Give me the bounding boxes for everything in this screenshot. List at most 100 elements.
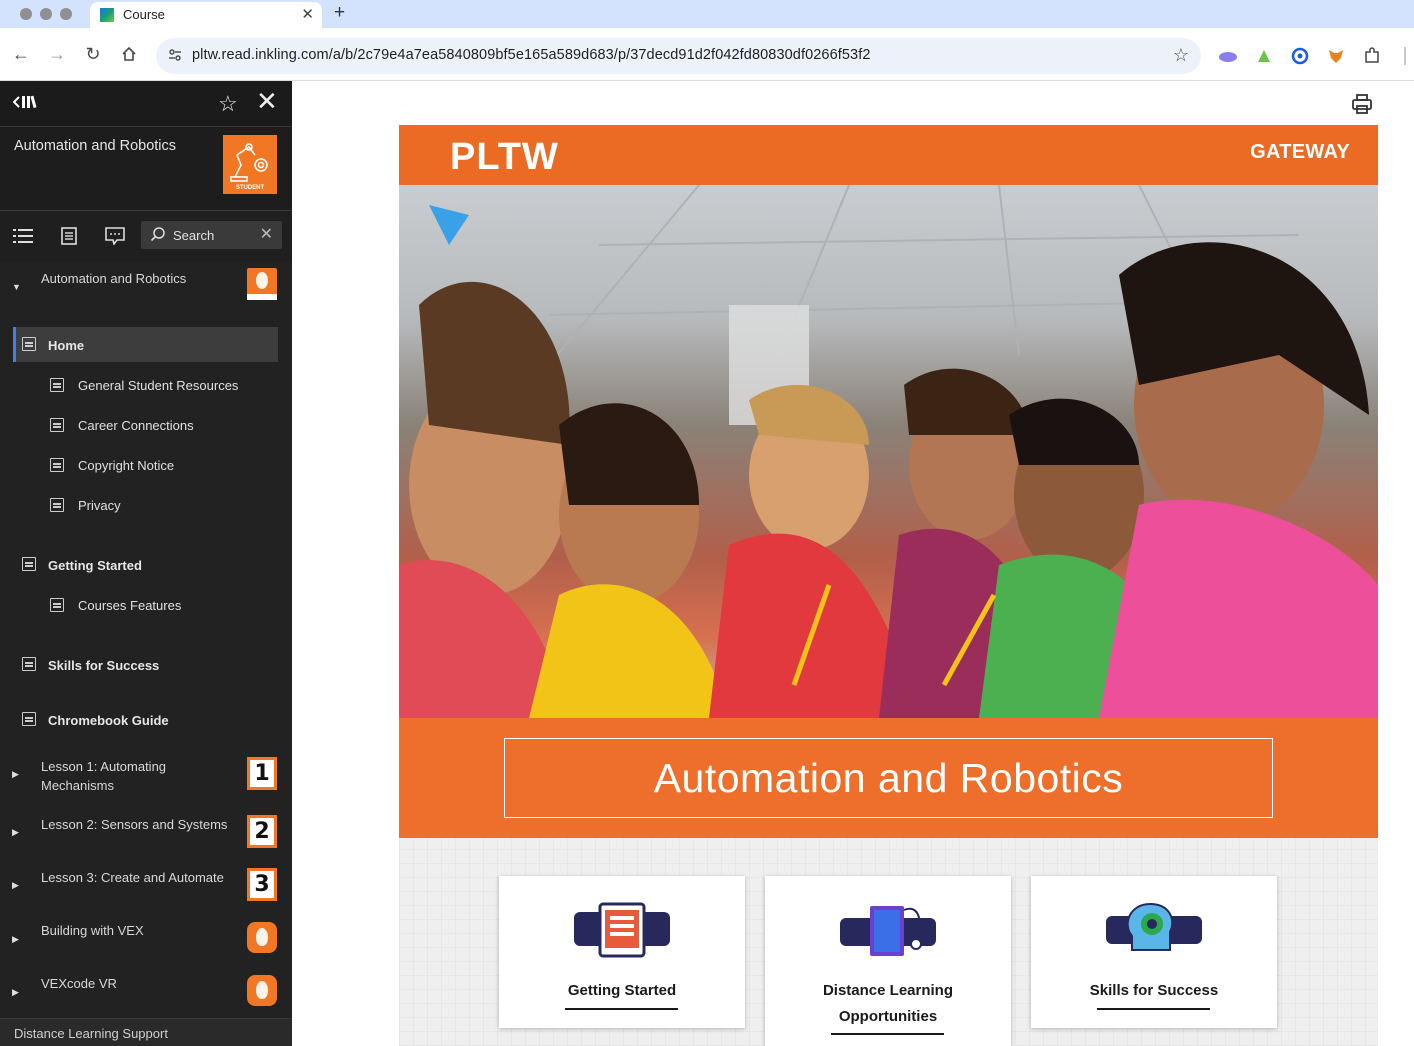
card-label: Skills for Success — [1089, 982, 1219, 999]
card-underline — [831, 1033, 944, 1035]
site-settings-icon[interactable] — [167, 47, 183, 63]
page-icon — [50, 378, 64, 392]
tab-title: Course — [123, 7, 165, 22]
sidebar-toolbar: Search ✕ — [0, 211, 292, 261]
toc-item-skills-for-success[interactable]: Skills for Success — [48, 658, 159, 673]
card-distance-learning[interactable]: Distance Learning Opportunities — [765, 876, 1011, 1046]
caret-down-icon[interactable]: ▼ — [12, 282, 21, 292]
bookmark-star-icon[interactable]: ☆ — [1173, 45, 1189, 66]
sidebar-footer[interactable]: Distance Learning Support — [0, 1018, 292, 1046]
toc-item-privacy[interactable]: Privacy — [78, 498, 121, 513]
course-title-band: Automation and Robotics — [399, 718, 1378, 838]
sidebar-close-icon[interactable]: ✕ — [256, 88, 278, 114]
toc-item-home-label[interactable]: Home — [48, 338, 84, 353]
toc-chapter-label: Automation and Robotics — [41, 271, 187, 286]
card-skills-for-success[interactable]: Skills for Success — [1031, 876, 1277, 1028]
toc-chapter-label: VEXcode VR — [41, 976, 117, 991]
toc-item-getting-started[interactable]: Getting Started — [48, 558, 142, 573]
lesson-1-number-badge: 1 — [247, 757, 277, 790]
toc-chapter-label: Lesson 1: Automating Mechanisms — [41, 757, 166, 795]
page-icon — [50, 458, 64, 472]
hero-image-students — [399, 185, 1378, 718]
home-icon[interactable] — [118, 43, 140, 65]
course-title: Automation and Robotics — [14, 138, 177, 154]
course-title-frame: Automation and Robotics — [504, 738, 1273, 818]
extension-fox-icon[interactable] — [1326, 46, 1346, 66]
extension-cloud-icon[interactable] — [1218, 46, 1238, 66]
favorite-star-icon[interactable]: ☆ — [218, 91, 238, 117]
window-zoom-dot[interactable] — [60, 8, 72, 20]
course-header: Automation and Robotics STUDENT — [0, 127, 292, 211]
url-text: pltw.read.inkling.com/a/b/2c79e4a7ea5840… — [192, 47, 871, 63]
card-label-line-1: Distance Learning — [822, 982, 954, 999]
sidebar: ☆ ✕ Automation and Robotics STUDENT Sear… — [0, 81, 292, 1046]
toc-item-courses-features[interactable]: Courses Features — [78, 598, 181, 613]
lesson-1-line-2: Mechanisms — [41, 778, 114, 793]
card-label: Getting Started — [567, 982, 677, 999]
pltw-logo: PLTW — [450, 136, 559, 178]
caret-right-icon[interactable]: ▶ — [12, 827, 19, 838]
devices-icon — [572, 900, 672, 960]
page-icon — [50, 418, 64, 432]
head-gear-icon — [1104, 900, 1204, 960]
new-tab-button[interactable]: + — [334, 2, 345, 24]
search-clear-icon[interactable]: ✕ — [260, 224, 273, 244]
toc-chapter-label: Building with VEX — [41, 923, 144, 938]
search-placeholder: Search — [173, 228, 215, 243]
chapter-student-badge-icon — [247, 268, 277, 300]
card-underline — [565, 1008, 678, 1010]
inkling-favicon-icon — [100, 8, 114, 22]
lesson-1-line-1: Lesson 1: Automating — [41, 759, 167, 774]
page-icon — [22, 337, 36, 351]
lesson-1-badge-number: 1 — [250, 760, 274, 787]
lesson-3-number-badge: 3 — [247, 868, 277, 901]
library-back-icon[interactable] — [12, 93, 41, 116]
extensions-puzzle-icon[interactable] — [1362, 46, 1382, 66]
vex-badge-icon — [247, 922, 277, 953]
tab-close-icon[interactable]: ✕ — [301, 5, 314, 23]
toc-item-career-connections[interactable]: Career Connections — [78, 418, 194, 433]
caret-right-icon[interactable]: ▶ — [12, 880, 19, 891]
toc-item-copyright-notice[interactable]: Copyright Notice — [78, 458, 174, 473]
toc-list-icon[interactable] — [12, 225, 34, 247]
reload-icon[interactable]: ↻ — [82, 43, 104, 65]
lesson-3-badge-number: 3 — [250, 871, 274, 898]
browser-toolbar: ← → ↻ pltw.read.inkling.com/a/b/2c79e4a7… — [0, 28, 1414, 81]
notes-page-icon[interactable] — [58, 225, 80, 247]
toc-item-chromebook-guide[interactable]: Chromebook Guide — [48, 713, 169, 728]
address-bar[interactable]: pltw.read.inkling.com/a/b/2c79e4a7ea5840… — [156, 38, 1201, 74]
page-icon — [22, 657, 36, 671]
page-icon — [50, 598, 64, 612]
extension-leaf-icon[interactable] — [1254, 46, 1274, 66]
card-underline — [1097, 1008, 1210, 1010]
forward-icon[interactable]: → — [46, 43, 68, 65]
profile-divider-icon — [1400, 46, 1410, 66]
print-icon[interactable] — [1351, 93, 1373, 115]
caret-right-icon[interactable]: ▶ — [12, 769, 19, 780]
pltw-banner: PLTW GATEWAY — [399, 125, 1378, 185]
search-icon — [150, 226, 166, 245]
browser-tab-bar: Course ✕ + — [0, 0, 1414, 28]
sidebar-search-input[interactable]: Search ✕ — [141, 221, 282, 249]
course-robot-badge-icon: STUDENT — [223, 135, 277, 194]
toc-chapter-label: Lesson 3: Create and Automate — [41, 870, 224, 885]
browser-tab-course[interactable]: Course ✕ — [90, 2, 322, 28]
discussion-icon[interactable] — [104, 225, 126, 247]
caret-right-icon[interactable]: ▶ — [12, 934, 19, 945]
page-icon — [22, 557, 36, 571]
lesson-2-badge-number: 2 — [250, 818, 274, 845]
page-icon — [22, 712, 36, 726]
card-getting-started[interactable]: Getting Started — [499, 876, 745, 1028]
course-badge-label: STUDENT — [235, 185, 265, 191]
distance-learning-support-link[interactable]: Distance Learning Support — [14, 1026, 168, 1041]
toc-item-general-student-resources[interactable]: General Student Resources — [78, 378, 238, 393]
sidebar-header: ☆ ✕ — [0, 81, 292, 127]
main-content: PLTW GATEWAY Automation and Robotics Get… — [292, 81, 1414, 1046]
window-minimize-dot[interactable] — [40, 8, 52, 20]
extension-circle-icon[interactable] — [1290, 46, 1310, 66]
window-close-dot[interactable] — [20, 8, 32, 20]
back-icon[interactable]: ← — [10, 43, 32, 65]
notebook-headphones-icon — [838, 900, 938, 960]
caret-right-icon[interactable]: ▶ — [12, 987, 19, 998]
page-icon — [50, 498, 64, 512]
